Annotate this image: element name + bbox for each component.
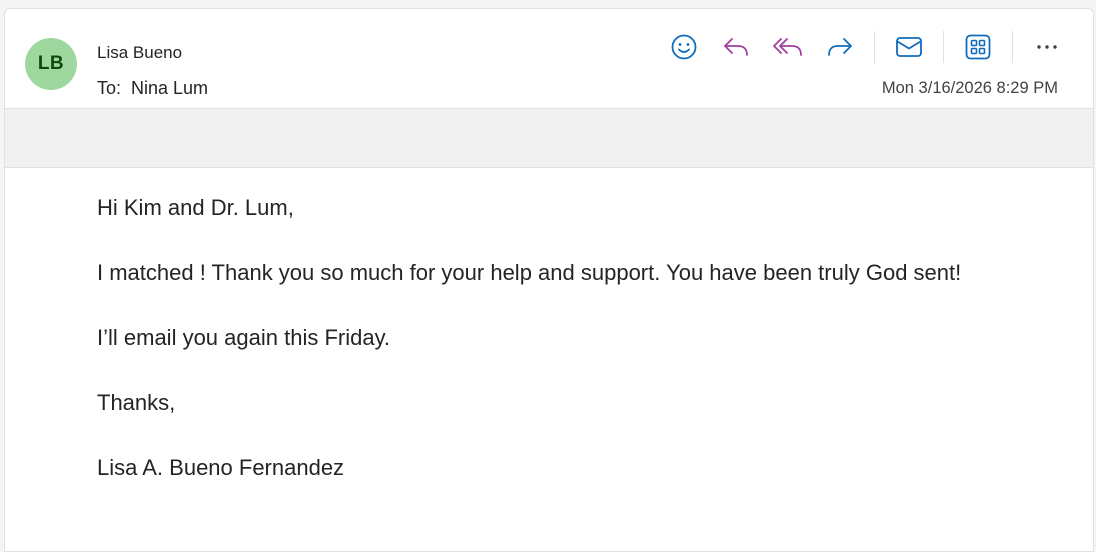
reply-button[interactable] [716,29,756,65]
reply-icon [724,38,748,56]
avatar[interactable]: LB [25,38,77,90]
apps-grid-icon [965,34,991,60]
recipient-line: To: Nina Lum [97,78,208,99]
envelope-icon [896,37,922,57]
toolbar-divider [1012,31,1013,63]
smiley-icon [671,34,697,60]
toolbar-divider [943,31,944,63]
closing: Thanks, [97,390,176,415]
mark-unread-button[interactable] [889,29,929,65]
react-button[interactable] [664,29,704,65]
more-icon [1037,45,1057,49]
more-actions-button[interactable] [1027,29,1067,65]
forward-button[interactable] [820,29,860,65]
sender-name[interactable]: Lisa Bueno [97,43,182,63]
recipient-name[interactable]: Nina Lum [131,78,208,99]
body-paragraph: I matched ! Thank you so much for your h… [97,260,962,285]
message-body: Hi Kim and Dr. Lum, I matched ! Thank yo… [4,167,1094,552]
reply-all-icon [773,38,802,56]
signature: Lisa A. Bueno Fernandez [97,455,345,480]
message-header: LB Lisa Bueno To: Nina Lum Mon 3/16/2026… [4,8,1094,109]
toolbar-divider [874,31,875,63]
info-bar [4,109,1094,167]
sent-timestamp: Mon 3/16/2026 8:29 PM [881,79,1058,97]
apps-button[interactable] [958,29,998,65]
to-label: To: [97,78,122,98]
body-paragraph: I’ll email you again this Friday. [97,325,391,350]
message-text[interactable]: Hi Kim and Dr. Lum, I matched ! Thank yo… [97,192,1027,517]
reply-all-button[interactable] [768,29,808,65]
forward-icon [828,38,852,56]
email-reading-pane: LB Lisa Bueno To: Nina Lum Mon 3/16/2026… [0,0,1096,552]
message-toolbar [658,29,1073,65]
greeting: Hi Kim and Dr. Lum, [97,195,294,220]
